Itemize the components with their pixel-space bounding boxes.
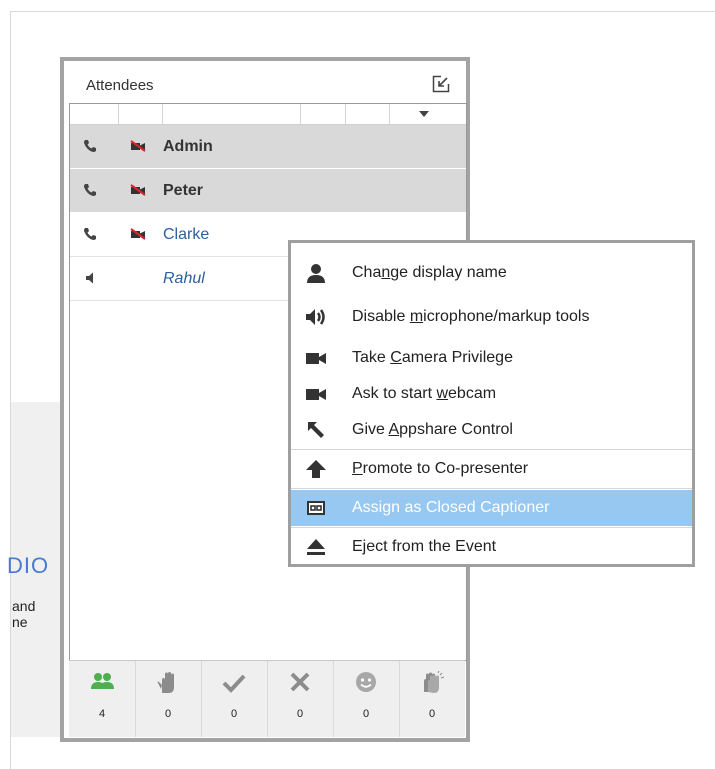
menu-item-assign-closed-captioner[interactable]: Assign as Closed Captioner: [291, 490, 692, 526]
attendee-row[interactable]: Admin: [70, 125, 466, 169]
x-icon: [290, 672, 310, 692]
pointer-arrow-icon: [308, 422, 324, 438]
people-icon: [91, 673, 114, 689]
raise-hand-button[interactable]: 0: [135, 661, 202, 737]
attendee-row[interactable]: Peter: [70, 169, 466, 213]
attendee-name: Rahul: [163, 270, 205, 287]
page-top-border: [10, 11, 715, 12]
attendee-context-menu: Change display name Disable microphone/m…: [288, 240, 695, 567]
menu-item-change-display-name[interactable]: Change display name: [291, 255, 692, 291]
closed-caption-icon: [307, 501, 325, 515]
count-label: 0: [428, 708, 436, 720]
menu-item-label: Eject from the Event: [352, 538, 497, 555]
column-header[interactable]: [70, 104, 466, 125]
disagree-button[interactable]: 0: [267, 661, 334, 737]
attendee-name: Peter: [163, 182, 204, 199]
menu-separator: [291, 449, 692, 450]
count-label: 0: [164, 708, 172, 720]
menu-item-label: Give Appshare Control: [352, 421, 513, 438]
camera-icon: [306, 353, 326, 364]
applause-icon: [424, 671, 445, 693]
menu-item-ask-start-webcam[interactable]: Ask to start webcam: [291, 376, 692, 412]
menu-item-give-appshare-control[interactable]: Give Appshare Control: [291, 412, 692, 448]
menu-item-disable-microphone[interactable]: Disable microphone/markup tools: [291, 299, 692, 335]
background-text-line: and: [12, 598, 36, 614]
sort-down-icon[interactable]: [419, 111, 429, 117]
menu-item-promote-co-presenter[interactable]: Promote to Co-presenter: [291, 451, 692, 487]
menu-separator: [291, 488, 692, 489]
camera-off-icon: [130, 184, 146, 196]
menu-item-label: Take Camera Privilege: [352, 349, 513, 366]
count-label: 0: [362, 708, 370, 720]
attendee-count-button[interactable]: 4: [69, 661, 136, 737]
speaker-icon: [306, 309, 325, 325]
popout-icon[interactable]: [432, 75, 450, 93]
attendee-name: Admin: [163, 138, 213, 155]
camera-off-icon: [130, 140, 146, 152]
smiley-icon: [356, 672, 376, 692]
menu-item-label: Disable microphone/markup tools: [352, 308, 590, 325]
attendee-name: Clarke: [163, 226, 210, 243]
count-label: 4: [98, 708, 106, 720]
panel-header: Attendees: [64, 61, 466, 103]
camera-off-icon: [130, 228, 146, 240]
speaker-icon: [86, 272, 93, 284]
camera-icon: [306, 389, 326, 400]
background-text-line: ne: [12, 614, 28, 630]
phone-icon: [84, 228, 96, 240]
up-arrow-icon: [306, 460, 326, 478]
count-label: 0: [296, 708, 304, 720]
phone-icon: [84, 140, 96, 152]
menu-separator: [291, 527, 692, 528]
panel-title: Attendees: [86, 77, 154, 94]
menu-item-take-camera-privilege[interactable]: Take Camera Privilege: [291, 340, 692, 376]
raise-hand-icon: [157, 672, 174, 693]
eject-icon: [307, 539, 325, 555]
applause-button[interactable]: 0: [399, 661, 465, 737]
person-icon: [307, 264, 325, 283]
background-audio-heading: DIO: [7, 553, 50, 578]
checkmark-icon: [222, 674, 246, 693]
menu-item-eject-from-event[interactable]: Eject from the Event: [291, 529, 692, 565]
smiley-button[interactable]: 0: [333, 661, 400, 737]
count-label: 0: [230, 708, 238, 720]
menu-item-label: Promote to Co-presenter: [352, 460, 529, 477]
menu-item-label: Assign as Closed Captioner: [352, 499, 550, 516]
menu-item-label: Change display name: [352, 264, 507, 281]
phone-icon: [84, 184, 96, 196]
menu-item-label: Ask to start webcam: [352, 385, 497, 402]
feedback-bar: 4 0 0 0 0 0: [69, 660, 465, 737]
agree-button[interactable]: 0: [201, 661, 268, 737]
